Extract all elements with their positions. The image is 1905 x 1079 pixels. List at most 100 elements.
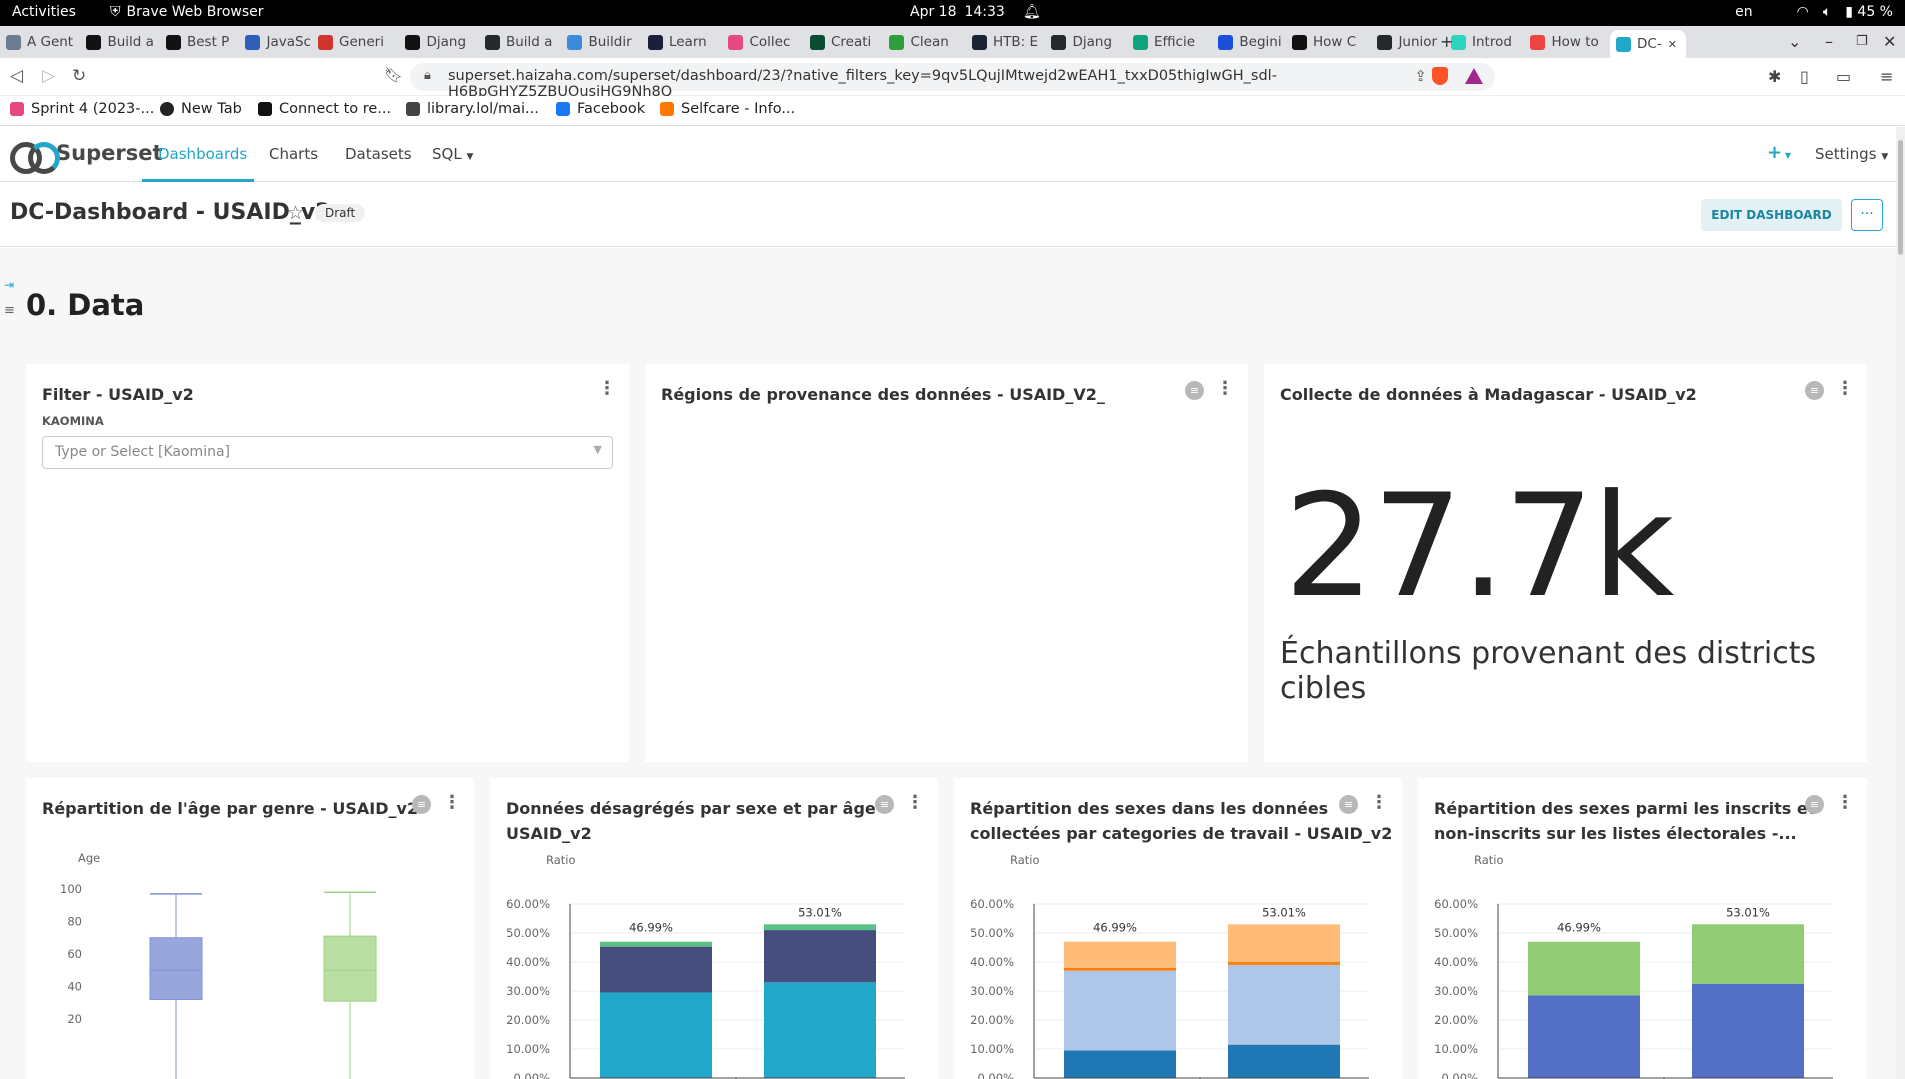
tab[interactable]: Djang [405, 30, 477, 54]
add-new-button[interactable]: + ▼ [1767, 142, 1791, 163]
extensions-icon[interactable]: ✱ [1768, 67, 1781, 86]
y-tick-label: 60.00% [506, 897, 550, 911]
tab[interactable]: Begini [1218, 30, 1290, 54]
y-tick-label: 10.00% [506, 1042, 550, 1056]
activities-button[interactable]: Activities [12, 4, 76, 20]
brave-shields-icon[interactable] [1432, 67, 1448, 85]
scrollbar-thumb[interactable] [1898, 140, 1903, 255]
tab[interactable]: Build a [484, 30, 557, 54]
favorite-star-icon[interactable]: ☆ [287, 202, 304, 224]
tab[interactable]: Clean [889, 30, 961, 54]
kaomina-select[interactable]: Type or Select [Kaomina] ▼ [42, 436, 613, 469]
tab[interactable]: Collec [728, 30, 800, 54]
tab-list-chevron-icon[interactable]: ⌄ [1788, 32, 1801, 51]
settings-menu[interactable]: Settings ▼ [1815, 145, 1888, 163]
y-tick-label: 10.00% [970, 1042, 1014, 1056]
filter-icon[interactable]: ≡ [4, 303, 15, 318]
draft-badge[interactable]: Draft [315, 204, 366, 222]
y-axis-label: Ratio [546, 853, 576, 867]
dashboard-title[interactable]: DC-Dashboard - USAID_v2 [10, 200, 331, 225]
tab[interactable]: Introd [1450, 30, 1523, 54]
bookmarks-bar: Sprint 4 (2023-... New Tab Connect to re..… [0, 96, 1905, 126]
brave-rewards-icon[interactable] [1465, 68, 1483, 84]
close-window-button[interactable]: ✕ [1883, 32, 1896, 51]
tab[interactable]: Best P [165, 30, 238, 54]
tab[interactable]: How C [1291, 30, 1364, 54]
y-tick-label: 40 [67, 980, 82, 994]
clock[interactable]: Apr 18 14:33 🔔︎ [910, 4, 1041, 20]
tab[interactable]: JavaSc [245, 30, 317, 54]
tab[interactable]: Djang [1051, 30, 1123, 54]
tab[interactable]: How to [1530, 30, 1602, 54]
wallet-icon[interactable]: ▭ [1836, 67, 1851, 86]
close-tab-icon[interactable]: ✕ [1668, 38, 1677, 51]
filter-indicator-icon[interactable]: ≡ [1805, 795, 1824, 814]
tab[interactable]: Junior [1377, 30, 1449, 54]
bookmark-item[interactable]: Facebook [556, 101, 645, 117]
bell-icon: 🔔︎ [1022, 4, 1041, 20]
minimize-button[interactable]: – [1825, 32, 1833, 51]
bookmark-item[interactable]: New Tab [160, 101, 242, 117]
tab[interactable]: Buildir [567, 30, 639, 54]
nav-datasets[interactable]: Datasets [345, 145, 412, 163]
kebab-menu-icon[interactable]: ⋮ [906, 792, 924, 813]
maximize-button[interactable]: ❐ [1856, 34, 1868, 49]
age-boxplot-chart[interactable]: Age 20 40 60 80 100 [26, 838, 474, 1079]
url-bar[interactable]: 🔒︎ superset.haizaha.com/superset/dashboa… [410, 63, 1495, 100]
nav-charts[interactable]: Charts [269, 145, 318, 163]
nav-sql[interactable]: SQL ▼ [432, 145, 473, 163]
share-icon[interactable]: ⇪ [1414, 67, 1427, 85]
tab-active[interactable]: DC- ✕ [1610, 30, 1686, 58]
edit-dashboard-button[interactable]: EDIT DASHBOARD [1701, 199, 1842, 231]
bookmark-item[interactable]: Connect to re... [258, 101, 391, 117]
tab-label: A Gent [26, 34, 74, 50]
kebab-menu-icon[interactable]: ⋮ [443, 792, 461, 813]
tab[interactable]: Learn [647, 30, 720, 54]
filter-indicator-icon[interactable]: ≡ [1185, 381, 1204, 400]
tab[interactable]: Build a [86, 30, 158, 54]
superset-logo[interactable]: Superset [10, 141, 163, 174]
filter-indicator-icon[interactable]: ≡ [1339, 795, 1358, 814]
desag-bar-chart[interactable]: Ratio 0.00% 10.00% 20.00% 30.00% 40.00% 50.00%… [490, 838, 938, 1079]
volume-icon: 🔈︎ [1822, 4, 1832, 20]
kebab-menu-icon[interactable]: ⋮ [598, 378, 616, 399]
bookmark-item[interactable]: library.lol/mai... [406, 101, 539, 117]
kebab-menu-icon[interactable]: ⋮ [1836, 792, 1854, 813]
tab[interactable]: Generi [318, 30, 390, 54]
tab-label: Clean [910, 34, 949, 50]
kebab-menu-icon[interactable]: ⋮ [1370, 792, 1388, 813]
kebab-menu-icon[interactable]: ⋮ [1836, 378, 1854, 399]
reload-button[interactable]: ↻ [72, 66, 86, 86]
tab[interactable]: Efficie [1132, 30, 1205, 54]
system-tray[interactable]: en ◠ 🔈︎ ▮ 45 % [1735, 4, 1893, 20]
menu-icon[interactable]: ≡ [1880, 67, 1893, 86]
inscrits-bar-chart[interactable]: Ratio 0.00% 10.00% 20.00% 30.00% 40.00% 50.00%… [1418, 838, 1867, 1079]
total-label: 53.01% [798, 905, 842, 919]
github-tab-icon [1051, 34, 1067, 50]
page-scrollbar[interactable] [1896, 127, 1905, 1079]
filter-indicator-icon[interactable]: ≡ [1805, 381, 1824, 400]
language-indicator[interactable]: en [1735, 4, 1753, 20]
medium-tab-icon [405, 34, 421, 50]
travail-bar-chart[interactable]: Ratio 0.00% 10.00% 20.00% 30.00% 40.00% 50.00%… [954, 838, 1402, 1079]
bookmark-icon[interactable]: 🔖︎ [384, 66, 403, 84]
nav-dashboards[interactable]: Dashboards [158, 145, 247, 163]
more-options-button[interactable]: ··· [1851, 199, 1883, 231]
tab[interactable]: A Gent [5, 30, 78, 54]
tab[interactable]: HTB: E [971, 30, 1044, 54]
big-number-subtitle: Échantillons provenant des districts cib… [1280, 636, 1817, 706]
sidebar-icon[interactable]: ▯ [1800, 67, 1809, 86]
y-tick-label: 60.00% [1434, 897, 1478, 911]
kebab-menu-icon[interactable]: ⋮ [1216, 378, 1234, 399]
bookmark-item[interactable]: Sprint 4 (2023-... [10, 101, 154, 117]
new-tab-button[interactable]: + [1440, 32, 1453, 51]
filter-indicator-icon[interactable]: ≡ [412, 795, 431, 814]
back-button[interactable]: ◁ [10, 66, 23, 86]
app-menu[interactable]: ⛨ Brave Web Browser [110, 4, 264, 20]
bookmark-item[interactable]: Selfcare - Info... [660, 101, 795, 117]
tab[interactable]: Creati [809, 30, 882, 54]
forward-button[interactable]: ▷ [42, 66, 55, 86]
filter-indicator-icon[interactable]: ≡ [875, 795, 894, 814]
expand-filters-icon[interactable]: ⇥ [4, 278, 14, 292]
bar-segment [1064, 941, 1176, 968]
